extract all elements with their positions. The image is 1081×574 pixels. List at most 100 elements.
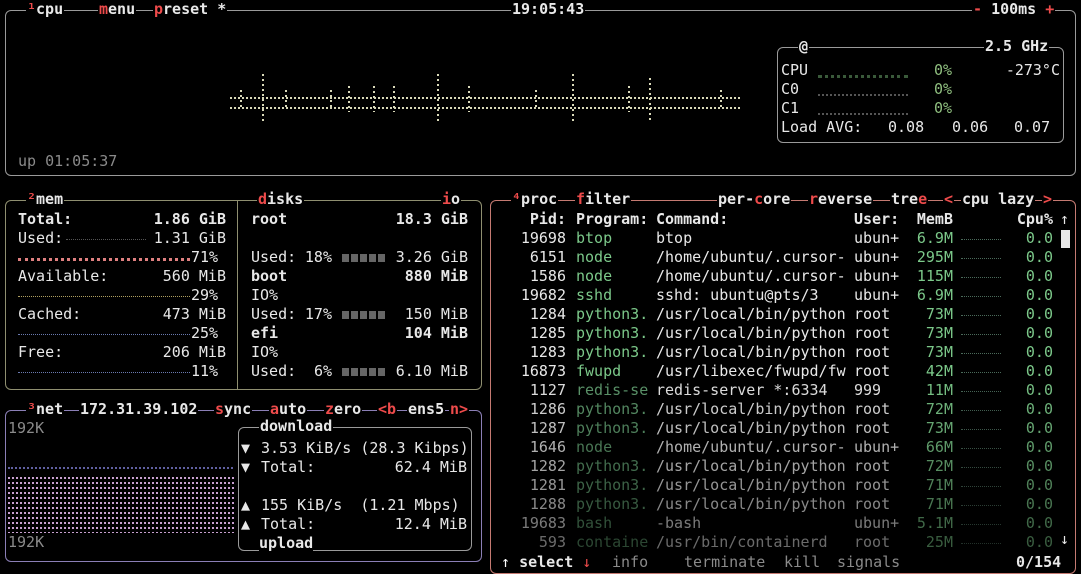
table-row[interactable]: 1646 node /home/ubuntu/.cursor- ubun+ 66… — [491, 438, 1053, 457]
row-command: /home/ubuntu/.cursor- — [656, 267, 846, 285]
select-button[interactable]: select — [519, 553, 573, 571]
kill-button[interactable]: kill — [784, 553, 821, 572]
cpu-title[interactable]: ¹cpu — [26, 0, 65, 19]
io-toggle[interactable]: ioio — [441, 190, 462, 209]
row-command: /usr/local/bin/python — [656, 419, 846, 437]
table-row[interactable]: 19698 btop btop ubun+ 6.9M 0.0 — [491, 229, 1053, 248]
info-button[interactable]: info — [612, 553, 649, 572]
mem-title[interactable]: ²mem — [26, 190, 65, 209]
load-avg-label: Load AVG: — [781, 118, 863, 136]
col-user[interactable]: User: — [854, 210, 899, 229]
net-graph-col — [24, 477, 26, 533]
net-graph-col — [180, 477, 182, 533]
proc-sort-prev[interactable]: < — [943, 190, 955, 209]
row-pid: 1281 — [529, 476, 566, 494]
proc-title[interactable]: ⁴proc — [511, 190, 559, 209]
table-row[interactable]: 1281 python3. /usr/local/bin/python root… — [491, 476, 1053, 495]
net-graph-col — [228, 477, 230, 533]
table-row[interactable]: 1286 python3. /usr/local/bin/python root… — [491, 400, 1053, 419]
terminate-button[interactable]: terminate — [684, 553, 766, 572]
mem-total: 1.86 GiB — [153, 210, 226, 228]
table-row[interactable]: 593 containe /usr/bin/containerd root 25… — [491, 533, 1053, 552]
row-command: -bash — [656, 514, 702, 532]
row-mem: 66M — [925, 438, 953, 456]
net-graph-col — [100, 477, 102, 533]
row-pid: 1127 — [529, 381, 566, 399]
cpu-row-pct: 0% — [933, 61, 952, 79]
row-command: /usr/bin/containerd — [656, 533, 828, 551]
net-graph-col — [196, 477, 198, 533]
table-row[interactable]: 1282 python3. /usr/local/bin/python root… — [491, 457, 1053, 476]
row-pid: 16873 — [520, 362, 566, 380]
proc-tree-toggle[interactable]: treetree — [890, 190, 929, 209]
row-user: ubun+ — [854, 248, 900, 266]
disk-used: 150 MiB — [404, 305, 468, 323]
row-user: ubun+ — [854, 438, 900, 456]
row-program: node — [576, 248, 613, 266]
preset-button[interactable]: preset * — [153, 0, 228, 19]
row-cpu: 0.0 — [1025, 381, 1053, 399]
col-cpu[interactable]: Cpu% — [1001, 210, 1053, 229]
table-row[interactable]: 1127 redis-se redis-server *:6334 999 11… — [491, 381, 1053, 400]
mem-used-label: Used: — [18, 229, 64, 247]
proc-sort-field[interactable]: cpu lazy — [961, 190, 1036, 209]
table-row[interactable]: 19682 sshd sshd: ubuntu@pts/3 ubun+ 6.9M… — [491, 286, 1053, 305]
scroll-up-icon[interactable]: ↑ — [1060, 210, 1069, 229]
upload-total: 12.4 MiB — [394, 515, 467, 533]
menu-button[interactable]: mmenuenu — [98, 0, 137, 19]
row-mem: 72M — [925, 400, 953, 418]
proc-reverse-toggle[interactable]: reversereverse — [808, 190, 874, 209]
cpu-graph — [230, 57, 750, 137]
table-row[interactable]: 1287 python3. /usr/local/bin/python root… — [491, 419, 1053, 438]
proc-sort-next[interactable]: > — [1042, 190, 1054, 209]
cpu-row-pct: 0% — [933, 99, 952, 117]
uptime: up 01:05:37 — [18, 152, 118, 170]
table-row[interactable]: 1586 node /home/ubuntu/.cursor- ubun+ 11… — [491, 267, 1053, 286]
mem-used-meter — [18, 258, 190, 261]
net-title[interactable]: ³net — [26, 400, 65, 419]
net-next-iface[interactable]: n> — [449, 400, 470, 419]
row-command: redis-server *:6334 — [656, 381, 828, 399]
net-graph-col — [68, 477, 70, 533]
col-mem[interactable]: MemB — [911, 210, 953, 229]
net-prev-iface[interactable]: <b — [377, 400, 398, 419]
select-up-icon[interactable]: ↑ — [501, 553, 510, 571]
col-program[interactable]: Program: — [576, 210, 648, 229]
table-row[interactable]: 1288 python3. /usr/local/bin/python root… — [491, 495, 1053, 514]
disk-used: 3.26 GiB — [395, 248, 468, 266]
table-row[interactable]: 6151 node /home/ubuntu/.cursor- ubun+ 29… — [491, 248, 1053, 267]
row-mem: 42M — [925, 362, 953, 380]
row-mem: 25M — [925, 533, 953, 551]
net-graph-col — [224, 477, 226, 533]
mem-avail-label: Available: — [18, 267, 109, 285]
row-program: bash — [576, 514, 613, 532]
col-pid[interactable]: Pid: — [501, 210, 566, 229]
col-command[interactable]: Command: — [656, 210, 728, 229]
table-row[interactable]: 1283 python3. /usr/local/bin/python root… — [491, 343, 1053, 362]
proc-per-core-toggle[interactable]: per-coreper-core — [717, 190, 792, 209]
cpu-graph-bar — [330, 90, 332, 108]
down-arrow-icon: ▼ — [241, 458, 251, 476]
download-label: download — [259, 417, 334, 436]
table-row[interactable]: 16873 fwupd /usr/libexec/fwupd/fw root 4… — [491, 362, 1053, 381]
proc-filter[interactable]: filterfilter — [575, 190, 632, 209]
net-graph-col — [184, 477, 186, 533]
net-scale-top: 192K — [8, 419, 45, 437]
net-graph-col — [56, 477, 58, 533]
scrollbar-thumb[interactable] — [1061, 230, 1070, 248]
signals-button[interactable]: signals — [837, 553, 901, 572]
row-user: root — [854, 457, 891, 475]
interval-control[interactable]: - 100ms + — [972, 0, 1056, 19]
table-row[interactable]: 1285 python3. /usr/local/bin/python root… — [491, 324, 1053, 343]
disks-title[interactable]: disksdisks — [257, 190, 305, 209]
mem-used: 1.31 GiB — [153, 229, 226, 247]
net-graph-col — [116, 477, 118, 533]
row-user: root — [854, 343, 891, 361]
select-down-icon[interactable]: ↓ — [582, 553, 591, 571]
net-graph-col — [176, 477, 178, 533]
table-row[interactable]: 19683 bash -bash ubun+ 5.1M 0.0 — [491, 514, 1053, 533]
row-pid: 19682 — [520, 286, 566, 304]
net-sync-toggle[interactable]: syncsync — [214, 400, 253, 419]
table-row[interactable]: 1284 python3. /usr/local/bin/python root… — [491, 305, 1053, 324]
scroll-down-icon[interactable]: ↓ — [1060, 530, 1069, 549]
